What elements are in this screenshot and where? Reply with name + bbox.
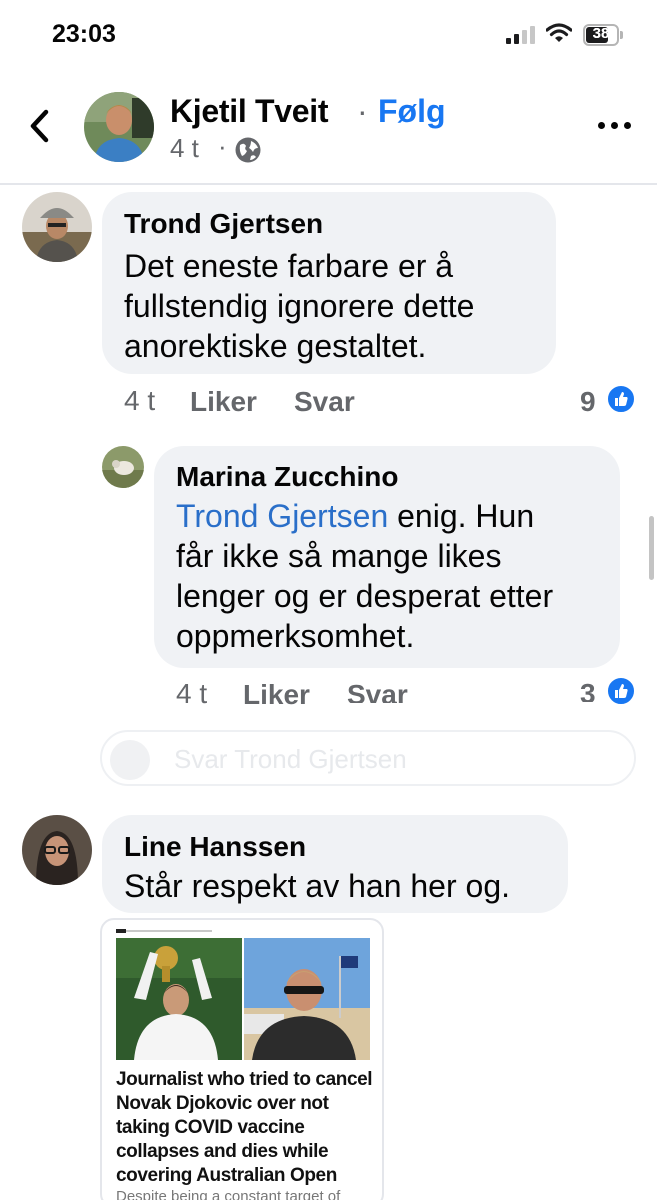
reply-button[interactable]: Svar bbox=[294, 386, 355, 418]
comment-text-line: lenger og er desperat etter bbox=[176, 578, 554, 614]
author-name[interactable]: Kjetil Tveit bbox=[170, 93, 329, 130]
reaction-count[interactable]: 9 bbox=[580, 386, 596, 418]
author-avatar[interactable] bbox=[84, 92, 154, 162]
attached-image-card[interactable]: Journalist who tried to cancel Novak Djo… bbox=[100, 918, 384, 1200]
comment-time: 4 t bbox=[176, 678, 208, 709]
battery-icon: 38 bbox=[583, 24, 623, 46]
commenter-avatar[interactable] bbox=[22, 815, 92, 885]
comment-text-line: Trond Gjertsen enig. Hun bbox=[176, 496, 534, 536]
reply-placeholder: Svar Trond Gjertsen bbox=[174, 744, 407, 774]
card-subtext: Despite being a constant target of bbox=[116, 1188, 341, 1200]
reply-input[interactable]: Svar Trond Gjertsen bbox=[100, 730, 636, 786]
like-button[interactable]: Liker bbox=[190, 386, 257, 418]
reply-avatar bbox=[110, 740, 150, 780]
card-photo-left bbox=[116, 938, 242, 1060]
card-photo-right bbox=[244, 938, 370, 1060]
reaction-count[interactable]: 3 bbox=[580, 678, 596, 702]
more-dots-icon[interactable] bbox=[598, 122, 632, 132]
post-time: 4 t bbox=[170, 133, 199, 163]
back-chevron-icon[interactable] bbox=[26, 108, 56, 144]
comment-text-line: oppmerksomhet. bbox=[176, 618, 415, 654]
scrollbar[interactable] bbox=[649, 516, 654, 580]
header-divider bbox=[0, 183, 657, 185]
mention-link[interactable]: Trond Gjertsen bbox=[176, 498, 388, 534]
commenter-name[interactable]: Line Hanssen bbox=[124, 831, 306, 863]
card-topline bbox=[116, 929, 212, 933]
time-separator: · bbox=[218, 131, 227, 161]
comment-text-line: fullstendig ignorere dette bbox=[124, 288, 475, 324]
commenter-name[interactable]: Marina Zucchino bbox=[176, 461, 398, 493]
comment-text-fragment: enig. Hun bbox=[388, 498, 535, 534]
commenter-name[interactable]: Trond Gjertsen bbox=[124, 208, 323, 240]
comment-text-line: anorektiske gestaltet. bbox=[124, 328, 427, 364]
follow-button[interactable]: Følg bbox=[378, 93, 446, 130]
battery-level: 38 bbox=[592, 25, 610, 42]
like-button[interactable]: Liker bbox=[243, 679, 310, 711]
status-time: 23:03 bbox=[52, 20, 116, 48]
header-separator: · bbox=[357, 93, 368, 129]
reply-button[interactable]: Svar bbox=[347, 679, 408, 703]
commenter-avatar[interactable] bbox=[102, 446, 144, 488]
signal-icon bbox=[506, 26, 536, 44]
card-headline: Journalist who tried to cancel Novak Djo… bbox=[116, 1069, 373, 1186]
comment-time: 4 t bbox=[124, 385, 156, 416]
like-thumb-icon bbox=[606, 384, 636, 414]
wifi-icon bbox=[546, 23, 572, 42]
comment-text-line: får ikke så mange likes bbox=[176, 538, 502, 574]
globe-icon bbox=[235, 137, 261, 163]
commenter-avatar[interactable] bbox=[22, 192, 92, 262]
like-thumb-icon bbox=[606, 676, 636, 706]
comment-text-line: Det eneste farbare er å bbox=[124, 248, 454, 284]
comment-text-line: Står respekt av han her og. bbox=[124, 868, 510, 904]
